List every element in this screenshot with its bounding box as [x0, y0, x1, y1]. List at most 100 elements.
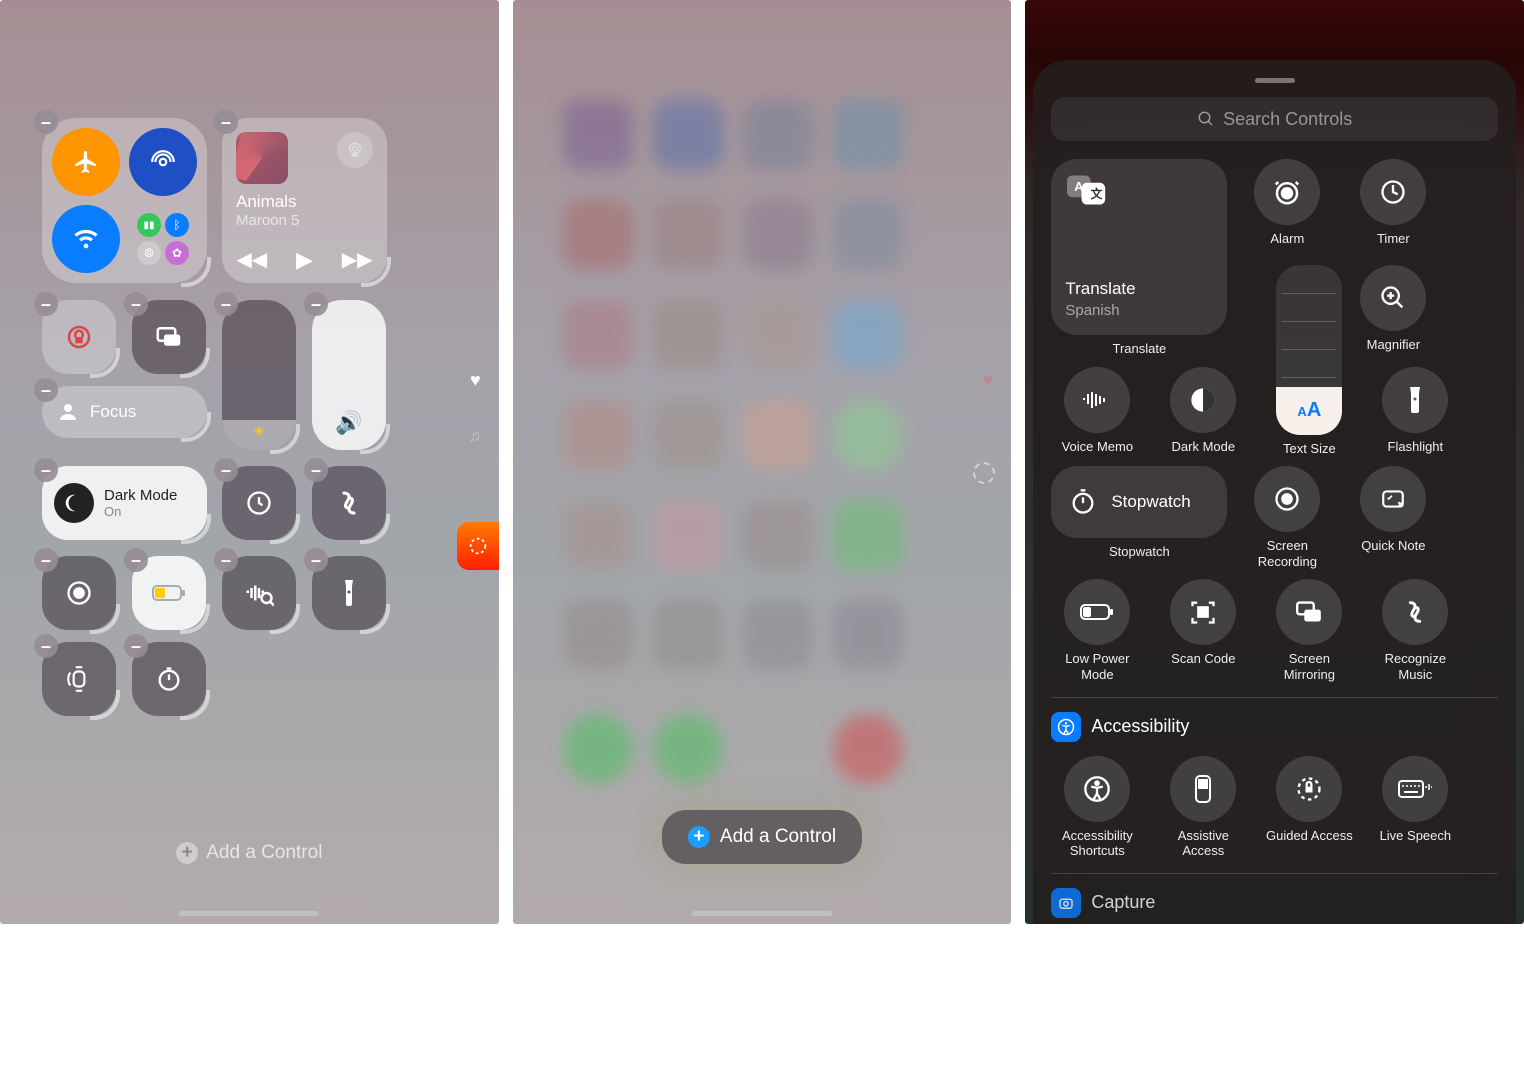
home-indicator[interactable] — [179, 911, 319, 916]
qr-scan-icon — [1189, 598, 1217, 626]
alarm-control[interactable] — [1254, 159, 1320, 225]
remove-icon[interactable] — [34, 110, 58, 134]
remove-icon[interactable] — [34, 378, 58, 402]
volume-slider[interactable]: 🔊 — [312, 300, 386, 450]
remove-icon[interactable] — [34, 548, 58, 572]
live-speech-control[interactable] — [1382, 756, 1448, 822]
flashlight-label: Flashlight — [1388, 439, 1444, 455]
sheet-grabber[interactable] — [1255, 78, 1295, 83]
remove-icon[interactable] — [34, 292, 58, 316]
remove-icon[interactable] — [124, 548, 148, 572]
remove-icon[interactable] — [124, 634, 148, 658]
translate-control[interactable]: A文 Translate Spanish — [1051, 159, 1227, 335]
remove-icon[interactable] — [214, 292, 238, 316]
resize-handle[interactable] — [181, 514, 211, 544]
voice-memo-control[interactable] — [1064, 367, 1130, 433]
magnifier-control[interactable] — [1360, 265, 1426, 331]
resize-handle[interactable] — [90, 348, 120, 378]
accessibility-badge-icon — [1051, 712, 1081, 742]
resize-handle[interactable] — [360, 604, 390, 634]
remove-icon[interactable] — [304, 292, 328, 316]
resize-handle[interactable] — [180, 604, 210, 634]
track-artist: Maroon 5 — [236, 212, 299, 229]
resize-handle[interactable] — [360, 424, 390, 454]
timer-module[interactable] — [222, 466, 296, 540]
quick-note-control[interactable] — [1360, 466, 1426, 532]
guided-access-control[interactable] — [1276, 756, 1342, 822]
recognize-music-control[interactable] — [1382, 579, 1448, 645]
remove-icon[interactable] — [214, 458, 238, 482]
resize-handle[interactable] — [270, 514, 300, 544]
text-size-control[interactable]: AA — [1276, 265, 1342, 435]
sound-recognition-module[interactable] — [222, 556, 296, 630]
screen-recording-control[interactable] — [1254, 466, 1320, 532]
stopwatch-control[interactable]: Stopwatch — [1051, 466, 1227, 538]
accessibility-shortcuts-control[interactable] — [1064, 756, 1130, 822]
remove-icon[interactable] — [304, 548, 328, 572]
add-control-button[interactable]: + Add a Control — [0, 842, 499, 864]
loading-indicator — [973, 462, 995, 484]
resize-handle[interactable] — [181, 412, 211, 442]
text-size-label: Text Size — [1283, 441, 1336, 457]
watch-ping-icon — [66, 664, 92, 694]
play-button[interactable]: ▶ — [296, 247, 313, 273]
resize-handle[interactable] — [361, 257, 391, 287]
cellular-icon: ▮▮ — [137, 213, 161, 237]
add-control-button[interactable]: + Add a Control — [662, 810, 862, 864]
flashlight-icon — [337, 578, 361, 608]
timer-icon — [245, 489, 273, 517]
scan-code-label: Scan Code — [1171, 651, 1235, 667]
stopwatch-title: Stopwatch — [1111, 492, 1190, 512]
search-input[interactable]: Search Controls — [1051, 97, 1498, 141]
screen-mirroring-control[interactable] — [1276, 579, 1342, 645]
focus-icon — [56, 400, 80, 424]
screen-mirroring-module[interactable] — [132, 300, 206, 374]
resize-handle[interactable] — [270, 604, 300, 634]
flashlight-control[interactable] — [1382, 367, 1448, 433]
screen-recording-module[interactable] — [42, 556, 116, 630]
timer-control[interactable] — [1360, 159, 1426, 225]
low-power-control[interactable] — [1064, 579, 1130, 645]
dark-mode-icon — [1189, 386, 1217, 414]
plus-icon: + — [176, 842, 198, 864]
remove-icon[interactable] — [214, 548, 238, 572]
dark-mode-icon — [54, 483, 94, 523]
volume-icon: 🔊 — [335, 410, 362, 436]
scan-code-control[interactable] — [1170, 579, 1236, 645]
airplay-button[interactable] — [337, 132, 373, 168]
remove-icon[interactable] — [34, 458, 58, 482]
stopwatch-module[interactable] — [132, 642, 206, 716]
resize-handle[interactable] — [180, 690, 210, 720]
wifi-icon — [72, 225, 100, 253]
remove-icon[interactable] — [214, 110, 238, 134]
home-indicator[interactable] — [692, 911, 832, 916]
airplane-mode-toggle[interactable] — [52, 128, 120, 196]
dark-mode-control[interactable] — [1170, 367, 1236, 433]
now-playing-module[interactable]: Animals Maroon 5 ◀◀ ▶ ▶▶ — [222, 118, 387, 283]
remove-icon[interactable] — [124, 292, 148, 316]
resize-handle[interactable] — [180, 348, 210, 378]
wifi-toggle[interactable] — [52, 205, 120, 273]
connectivity-module[interactable]: ▮▮ ᛒ ⦾ ✿ — [42, 118, 207, 283]
assistive-access-control[interactable] — [1170, 756, 1236, 822]
siri-indicator[interactable] — [457, 522, 499, 570]
remove-icon[interactable] — [304, 458, 328, 482]
battery-module[interactable] — [132, 556, 206, 630]
watch-module[interactable] — [42, 642, 116, 716]
remove-icon[interactable] — [34, 634, 58, 658]
shazam-module[interactable] — [312, 466, 386, 540]
resize-handle[interactable] — [90, 690, 120, 720]
search-placeholder: Search Controls — [1223, 109, 1352, 130]
resize-handle[interactable] — [90, 604, 120, 634]
dark-mode-module[interactable]: Dark Mode On — [42, 466, 207, 540]
focus-module[interactable]: Focus — [42, 386, 207, 438]
airdrop-toggle[interactable] — [129, 128, 197, 196]
rewind-button[interactable]: ◀◀ — [236, 247, 267, 273]
resize-handle[interactable] — [360, 514, 390, 544]
brightness-slider[interactable]: ☀ — [222, 300, 296, 450]
track-title: Animals — [236, 192, 296, 212]
flashlight-module[interactable] — [312, 556, 386, 630]
resize-handle[interactable] — [270, 424, 300, 454]
resize-handle[interactable] — [181, 257, 211, 287]
orientation-lock-module[interactable] — [42, 300, 116, 374]
